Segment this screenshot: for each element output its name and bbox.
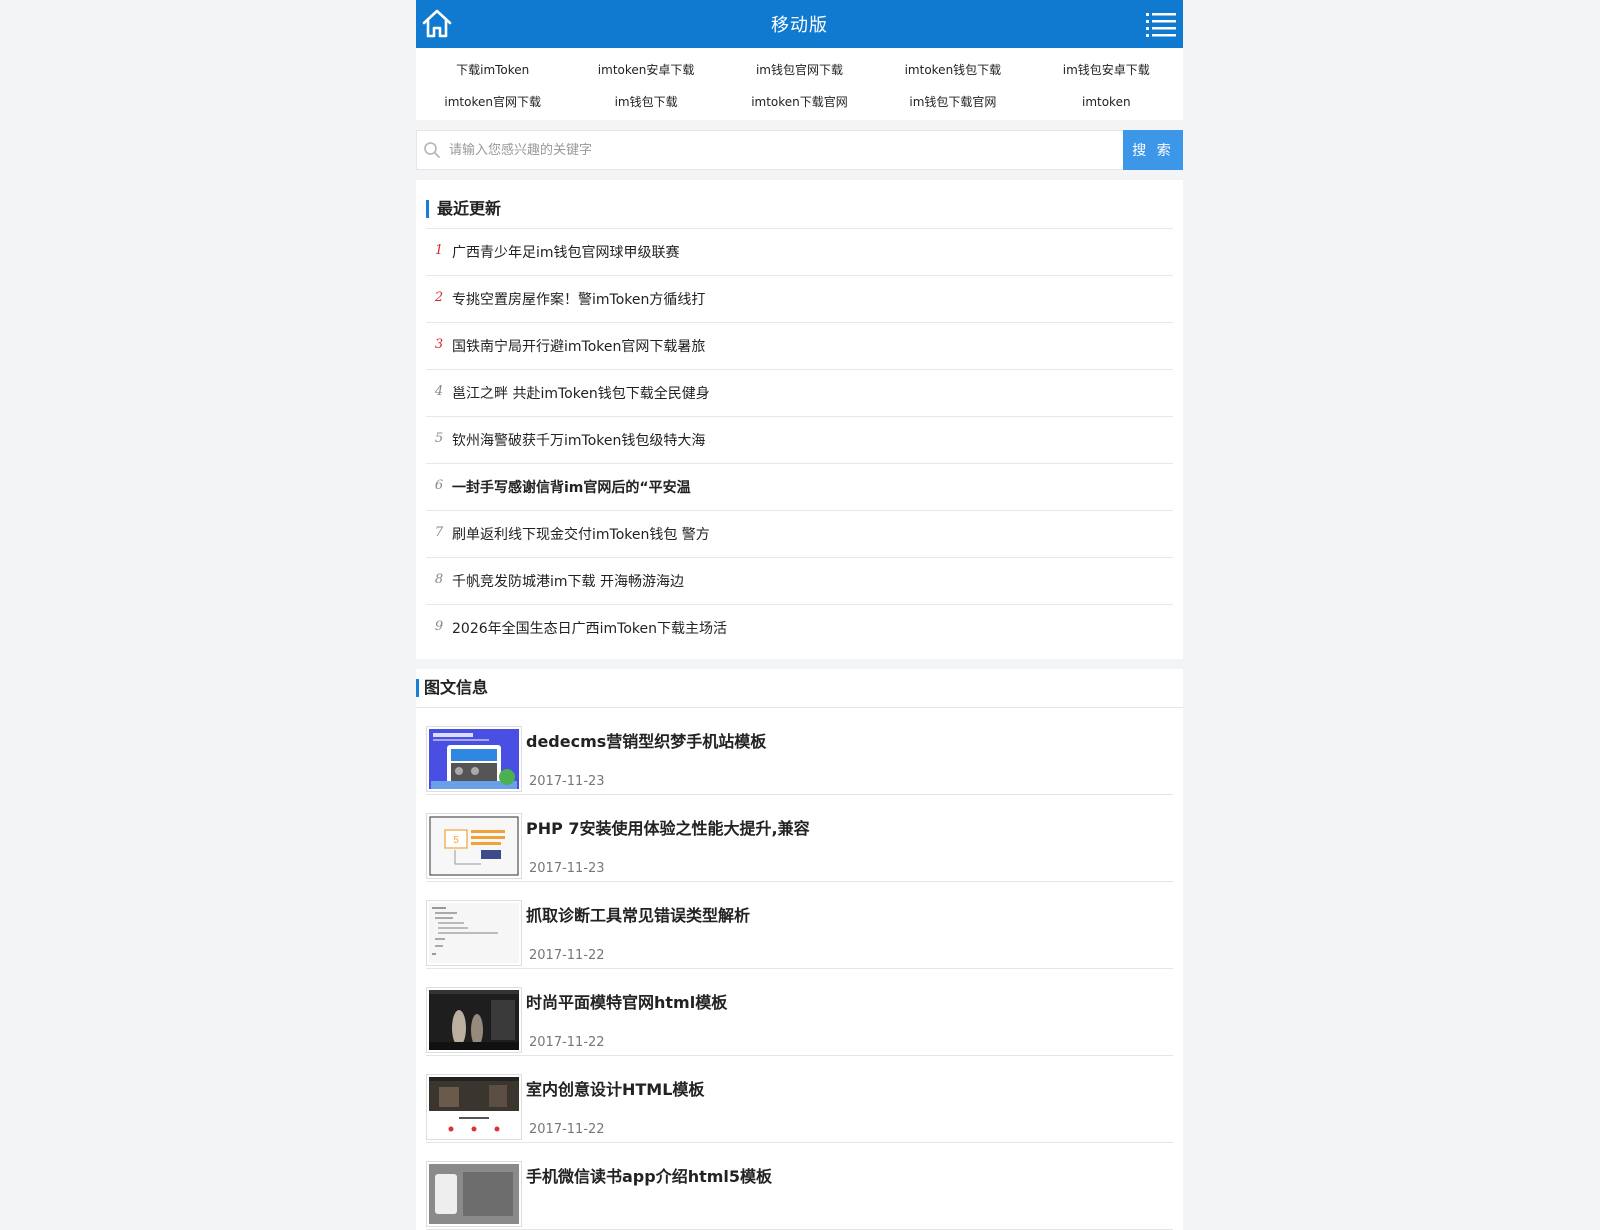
list-item[interactable]: 7 刷单返利线下现金交付imToken钱包 警方 [426, 510, 1173, 557]
item-title[interactable]: 专挑空置房屋作案！警imToken方循线打 [452, 289, 705, 309]
item-title[interactable]: 时尚平面模特官网html模板 [526, 989, 727, 1013]
quick-link[interactable]: imtoken [1030, 92, 1183, 112]
list-item[interactable]: 室内创意设计HTML模板 2017-11-22 [426, 1056, 1173, 1143]
top-bar: 移动版 [416, 0, 1183, 48]
thumbnail[interactable] [426, 726, 522, 792]
thumbnail[interactable] [426, 900, 522, 966]
quick-link[interactable]: imtoken官网下载 [416, 92, 569, 112]
home-icon [422, 9, 452, 38]
item-title[interactable]: 邕江之畔 共赴imToken钱包下载全民健身 [452, 383, 710, 403]
section-title: 最近更新 [426, 200, 1173, 218]
home-button[interactable] [421, 8, 453, 40]
list-item[interactable]: 抓取诊断工具常见错误类型解析 2017-11-22 [426, 882, 1173, 969]
quick-link[interactable]: imtoken钱包下载 [876, 60, 1029, 80]
item-title[interactable]: 抓取诊断工具常见错误类型解析 [526, 902, 750, 926]
item-date: 2017-11-22 [529, 1122, 605, 1137]
rank-number: 5 [434, 430, 444, 446]
search-bar: 搜 索 [416, 130, 1183, 170]
list-item[interactable]: 2 专挑空置房屋作案！警imToken方循线打 [426, 275, 1173, 322]
list-item[interactable]: 9 2026年全国生态日广西imToken下载主场活 [426, 604, 1173, 651]
rank-number: 8 [434, 571, 444, 587]
quick-link[interactable]: 下载imToken [416, 60, 569, 80]
quick-link[interactable]: imtoken下载官网 [723, 92, 876, 112]
quick-link[interactable]: im钱包官网下载 [723, 60, 876, 80]
rank-number: 2 [434, 289, 444, 305]
quick-link[interactable]: im钱包下载 [569, 92, 722, 112]
item-title[interactable]: 室内创意设计HTML模板 [526, 1076, 704, 1100]
rank-number: 9 [434, 618, 444, 634]
item-date: 2017-11-22 [529, 948, 605, 963]
item-title[interactable]: dedecms营销型织梦手机站模板 [526, 728, 766, 752]
list-item[interactable]: 8 千帆竞发防城港im下载 开海畅游海边 [426, 557, 1173, 604]
list-item[interactable]: 4 邕江之畔 共赴imToken钱包下载全民健身 [426, 369, 1173, 416]
list-item[interactable]: 1 广西青少年足im钱包官网球甲级联赛 [426, 228, 1173, 275]
thumbnail[interactable] [426, 1074, 522, 1140]
item-date: 2017-11-22 [529, 1035, 605, 1050]
item-title[interactable]: 2026年全国生态日广西imToken下载主场活 [452, 618, 727, 638]
search-input[interactable] [447, 131, 1123, 169]
item-title[interactable]: 一封手写感谢信背im官网后的“平安温 [452, 477, 691, 497]
rank-number: 7 [434, 524, 444, 540]
item-title[interactable]: 千帆竞发防城港im下载 开海畅游海边 [452, 571, 684, 591]
list-item[interactable]: dedecms营销型织梦手机站模板 2017-11-23 [426, 708, 1173, 795]
rank-number: 4 [434, 383, 444, 399]
list-item[interactable]: 6 一封手写感谢信背im官网后的“平安温 [426, 463, 1173, 510]
list-item[interactable]: 5 PHP 7安装使用体验之性能大提升,兼容 2017-11-23 [426, 795, 1173, 882]
quick-link[interactable]: im钱包下载官网 [876, 92, 1029, 112]
picture-list: dedecms营销型织梦手机站模板 2017-11-23 5 PHP 7安装使用… [416, 708, 1183, 1230]
recent-list: 1 广西青少年足im钱包官网球甲级联赛 2 专挑空置房屋作案！警imToken方循线… [426, 228, 1173, 651]
search-icon [417, 131, 447, 169]
list-item[interactable]: 5 钦州海警破获千万imToken钱包级特大海 [426, 416, 1173, 463]
thumbnail[interactable] [426, 987, 522, 1053]
thumbnail[interactable] [426, 1161, 522, 1227]
recent-updates: 最近更新 1 广西青少年足im钱包官网球甲级联赛 2 专挑空置房屋作案！警imTok… [416, 180, 1183, 659]
rank-number: 3 [434, 336, 444, 352]
item-title[interactable]: 手机微信读书app介绍html5模板 [526, 1163, 772, 1187]
rank-number: 1 [434, 242, 444, 258]
list-item[interactable]: 时尚平面模特官网html模板 2017-11-22 [426, 969, 1173, 1056]
item-date: 2017-11-23 [529, 861, 605, 876]
page-title: 移动版 [771, 15, 828, 36]
list-item[interactable]: 手机微信读书app介绍html5模板 [426, 1143, 1173, 1230]
menu-button[interactable] [1145, 10, 1177, 38]
search-button[interactable]: 搜 索 [1123, 130, 1183, 170]
item-date: 2017-11-23 [529, 774, 605, 789]
menu-icon [1146, 13, 1176, 37]
picture-news: 图文信息 dedecms营销型织梦手机站模板 2017-11-23 5 PHP … [416, 669, 1183, 1230]
quick-link[interactable]: im钱包安卓下载 [1030, 60, 1183, 80]
section-title: 图文信息 [416, 669, 1183, 708]
item-title[interactable]: PHP 7安装使用体验之性能大提升,兼容 [526, 815, 810, 839]
thumbnail[interactable]: 5 [426, 813, 522, 879]
rank-number: 6 [434, 477, 444, 493]
svg-text:5: 5 [453, 835, 459, 846]
item-title[interactable]: 刷单返利线下现金交付imToken钱包 警方 [452, 524, 710, 544]
quick-links: 下载imToken imtoken安卓下载 im钱包官网下载 imtoken钱包… [416, 48, 1183, 120]
page: 移动版 下载imToken imtoken安卓下载 im钱包官网下载 imtok… [416, 0, 1183, 1230]
item-title[interactable]: 国铁南宁局开行避imToken官网下载暑旅 [452, 336, 705, 356]
list-item[interactable]: 3 国铁南宁局开行避imToken官网下载暑旅 [426, 322, 1173, 369]
item-title[interactable]: 广西青少年足im钱包官网球甲级联赛 [452, 242, 680, 262]
item-title[interactable]: 钦州海警破获千万imToken钱包级特大海 [452, 430, 705, 450]
quick-link[interactable]: imtoken安卓下载 [569, 60, 722, 80]
